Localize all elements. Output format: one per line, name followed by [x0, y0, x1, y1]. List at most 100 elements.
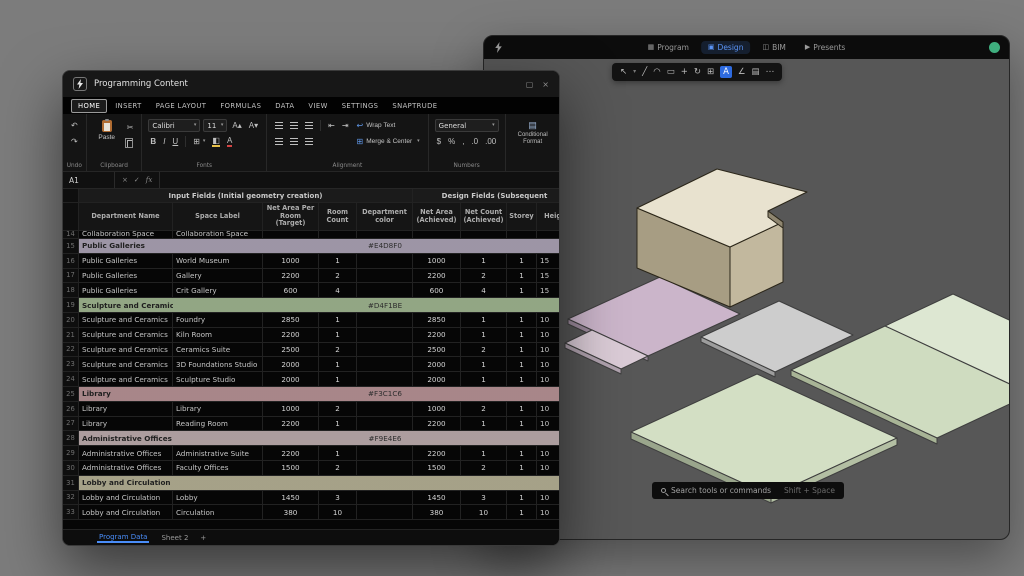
- row-number[interactable]: 31: [63, 476, 79, 491]
- cell-department-color-16[interactable]: [357, 254, 413, 269]
- cell-space-label-14[interactable]: Collaboration Space: [173, 231, 263, 239]
- cancel-entry-icon[interactable]: ×: [122, 176, 128, 184]
- rotate-tool-icon[interactable]: ↻: [694, 68, 701, 77]
- cell-department-name-24[interactable]: Sculpture and Ceramics: [79, 372, 173, 387]
- cell-height-30[interactable]: 10: [537, 461, 559, 476]
- annotate-tool-icon[interactable]: A: [720, 66, 732, 79]
- ribbon-tab-home[interactable]: HOME: [71, 99, 107, 113]
- cell-storey-32[interactable]: 1: [507, 491, 537, 506]
- column-header-space-label[interactable]: Space Label: [173, 203, 263, 231]
- cell-net-area-per-room-target-26[interactable]: 1000: [263, 402, 319, 417]
- cell-department-name-14[interactable]: Collaboration Space: [79, 231, 173, 239]
- nav-tab-bim[interactable]: ◫BIM: [755, 41, 792, 54]
- cell-room-count-21[interactable]: 1: [319, 328, 357, 343]
- cell-net-area-achieved-30[interactable]: 1500: [413, 461, 461, 476]
- cell-net-area-per-room-target-14[interactable]: [263, 231, 319, 239]
- cell-space-label-33[interactable]: Circulation: [173, 505, 263, 520]
- cell-storey-21[interactable]: 1: [507, 328, 537, 343]
- cell-height-26[interactable]: 10: [537, 402, 559, 417]
- cell-room-count-27[interactable]: 1: [319, 417, 357, 432]
- cell-net-area-achieved-33[interactable]: 380: [413, 505, 461, 520]
- cell-net-count-achieved-16[interactable]: 1: [461, 254, 507, 269]
- cell-storey-22[interactable]: 1: [507, 343, 537, 358]
- cell-room-count-30[interactable]: 2: [319, 461, 357, 476]
- cell-net-area-achieved-26[interactable]: 1000: [413, 402, 461, 417]
- cell-storey-27[interactable]: 1: [507, 417, 537, 432]
- cell-storey-26[interactable]: 1: [507, 402, 537, 417]
- cell-net-area-per-room-target-16[interactable]: 1000: [263, 254, 319, 269]
- sheet-tab-sheet-2[interactable]: Sheet 2: [161, 534, 188, 542]
- cell-department-name-21[interactable]: Sculpture and Ceramics: [79, 328, 173, 343]
- cell-space-label-17[interactable]: Gallery: [173, 269, 263, 284]
- design-canvas[interactable]: ↖▾╱◠▭+↻⊞A∠▤⋯ Search tools or commands Sh…: [484, 59, 1009, 539]
- cell-height-18[interactable]: 15: [537, 283, 559, 298]
- row-number[interactable]: 32: [63, 491, 79, 506]
- cell-net-count-achieved-14[interactable]: [461, 231, 507, 239]
- font-size-select[interactable]: 11 ▾: [203, 119, 227, 132]
- copy-button[interactable]: [125, 137, 136, 150]
- nav-tab-program[interactable]: ▦Program: [641, 41, 696, 54]
- column-header-room-count[interactable]: Room Count: [319, 203, 357, 231]
- arc-tool-icon[interactable]: ◠: [653, 68, 660, 77]
- undo-button[interactable]: ↶: [69, 119, 80, 132]
- cell-space-label-26[interactable]: Library: [173, 402, 263, 417]
- cell-net-area-per-room-target-30[interactable]: 1500: [263, 461, 319, 476]
- cell-net-count-achieved-29[interactable]: 1: [461, 446, 507, 461]
- align-right-button[interactable]: [303, 119, 315, 132]
- cell-net-area-achieved-23[interactable]: 2000: [413, 357, 461, 372]
- cell-height-21[interactable]: 10: [537, 328, 559, 343]
- user-avatar[interactable]: [989, 42, 1000, 53]
- cell-net-area-achieved-29[interactable]: 2200: [413, 446, 461, 461]
- cell-storey-33[interactable]: 1: [507, 505, 537, 520]
- cell-net-area-achieved-24[interactable]: 2000: [413, 372, 461, 387]
- italic-button[interactable]: I: [161, 135, 167, 148]
- cell-net-count-achieved-21[interactable]: 1: [461, 328, 507, 343]
- nav-tab-design[interactable]: ▣Design: [701, 41, 751, 54]
- cell-department-color-24[interactable]: [357, 372, 413, 387]
- cell-net-area-per-room-target-20[interactable]: 2850: [263, 313, 319, 328]
- align-center-button[interactable]: [288, 119, 300, 132]
- offset-tool-icon[interactable]: ⊞: [707, 68, 714, 77]
- cell-storey-16[interactable]: 1: [507, 254, 537, 269]
- column-header-department-name[interactable]: Department Name: [79, 203, 173, 231]
- redo-button[interactable]: ↷: [69, 135, 80, 148]
- merge-center-button[interactable]: ⊞ Merge & Center ▾: [355, 135, 422, 148]
- cell-storey-23[interactable]: 1: [507, 357, 537, 372]
- cell-room-count-22[interactable]: 2: [319, 343, 357, 358]
- cell-space-label-32[interactable]: Lobby: [173, 491, 263, 506]
- row-number[interactable]: 15: [63, 239, 79, 254]
- data-grid[interactable]: Input Fields (Initial geometry creation)…: [63, 189, 559, 529]
- cell-department-name-18[interactable]: Public Galleries: [79, 283, 173, 298]
- cell-department-name-23[interactable]: Sculpture and Ceramics: [79, 357, 173, 372]
- decrease-font-button[interactable]: A▾: [247, 119, 260, 132]
- row-number[interactable]: 16: [63, 254, 79, 269]
- cell-height-23[interactable]: 10: [537, 357, 559, 372]
- paste-button[interactable]: Paste: [93, 119, 121, 141]
- cell-department-color-26[interactable]: [357, 402, 413, 417]
- ribbon-tab-view[interactable]: VIEW: [302, 100, 333, 112]
- decrease-indent-button[interactable]: ⇤: [326, 119, 337, 132]
- cell-net-area-per-room-target-33[interactable]: 380: [263, 505, 319, 520]
- cell-room-count-18[interactable]: 4: [319, 283, 357, 298]
- cell-net-count-achieved-18[interactable]: 4: [461, 283, 507, 298]
- function-icon[interactable]: fx: [146, 176, 153, 184]
- cell-net-area-per-room-target-24[interactable]: 2000: [263, 372, 319, 387]
- cell-room-count-24[interactable]: 1: [319, 372, 357, 387]
- cell-net-area-achieved-16[interactable]: 1000: [413, 254, 461, 269]
- row-number[interactable]: 21: [63, 328, 79, 343]
- cell-department-color-23[interactable]: [357, 357, 413, 372]
- bold-button[interactable]: B: [148, 135, 158, 148]
- cell-net-count-achieved-27[interactable]: 1: [461, 417, 507, 432]
- cell-room-count-23[interactable]: 1: [319, 357, 357, 372]
- measure-tool-icon[interactable]: ∠: [738, 68, 746, 77]
- section-tool-icon[interactable]: ▤: [752, 68, 760, 77]
- cell-space-label-30[interactable]: Faculty Offices: [173, 461, 263, 476]
- cell-department-color-33[interactable]: [357, 505, 413, 520]
- cell-department-color-30[interactable]: [357, 461, 413, 476]
- cell-room-count-33[interactable]: 10: [319, 505, 357, 520]
- column-header-department-color[interactable]: Department color: [357, 203, 413, 231]
- font-name-select[interactable]: Calibri ▾: [148, 119, 200, 132]
- sheet-tab-program-data[interactable]: Program Data: [97, 532, 149, 543]
- add-sheet-button[interactable]: +: [200, 534, 206, 542]
- column-header-height[interactable]: Height: [537, 203, 559, 231]
